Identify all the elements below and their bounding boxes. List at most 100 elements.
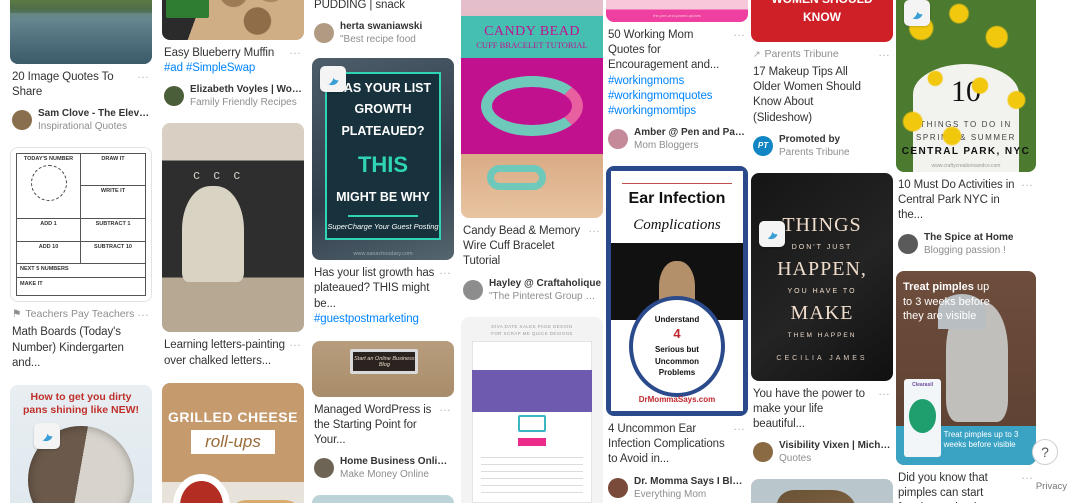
- pin-more-icon[interactable]: …: [1021, 176, 1034, 188]
- pin-source[interactable]: ⚑ Teachers Pay Teachers: [12, 308, 150, 320]
- pin-overlay-line1: How to get you dirty: [30, 390, 132, 403]
- pin-card[interactable]: How to get you dirty pans shining like N…: [10, 384, 152, 503]
- pin-card[interactable]: PUDDING | snack herta swaniawski "Best r…: [312, 0, 454, 46]
- pin-more-icon[interactable]: …: [289, 44, 302, 56]
- pin-card[interactable]: GRILLED CHEESE roll-ups: [162, 382, 304, 503]
- pin-image[interactable]: Start an Online Business Blog: [312, 340, 454, 397]
- cell-label: MAKE IT: [20, 281, 43, 288]
- overlay-line-5: MAKE: [790, 302, 854, 325]
- pin-card[interactable]: OBEY! the-pen-and-parent-quotes … 50 Wor…: [606, 0, 748, 152]
- avatar: [463, 279, 483, 300]
- pin-card[interactable]: DIVA DATE SALES PAGE DESIGN FOR SCRAP ME…: [461, 316, 603, 503]
- feed-column-7: 10 THINGS TO DO IN SPRING & SUMMER CENTR…: [896, 0, 1036, 503]
- pin-image[interactable]: CANDY BEAD CUFF BRACELET TUTORIAL: [461, 0, 603, 218]
- pin-card[interactable]: CANDY BEAD CUFF BRACELET TUTORIAL … Cand…: [461, 0, 603, 303]
- pin-card[interactable]: HAS YOUR LIST GROWTH PLATEAUED? THIS MIG…: [312, 58, 454, 327]
- pin-title[interactable]: Managed WordPress is the Starting Point …: [314, 403, 452, 449]
- pin-author[interactable]: The Spice at Home Blogging passion !: [898, 231, 1034, 257]
- pin-title[interactable]: PUDDING | snack: [314, 0, 452, 13]
- pin-card[interactable]: THINGS DON'T JUST HAPPEN, YOU HAVE TO MA…: [751, 172, 893, 466]
- save-badge[interactable]: [320, 66, 346, 93]
- pin-hashtags[interactable]: #guestpostmarketing: [314, 313, 419, 325]
- save-badge[interactable]: [759, 220, 785, 247]
- pin-title[interactable]: 17 Makeup Tips All Older Women Should Kn…: [753, 65, 891, 126]
- pin-author[interactable]: Home Business Online w/Bo... Make Money …: [314, 455, 452, 481]
- pin-more-icon[interactable]: …: [1021, 469, 1034, 481]
- author-board: Make Money Online: [340, 469, 429, 481]
- pin-title[interactable]: Math Boards (Today's Number) Kindergarte…: [12, 325, 150, 371]
- ad-privacy-link[interactable]: Privacy: [1032, 480, 1070, 493]
- pin-more-icon[interactable]: …: [733, 420, 746, 432]
- promoted-by[interactable]: PT Promoted by Parents Tribune: [753, 133, 891, 159]
- pin-image[interactable]: OBEY! the-pen-and-parent-quotes: [606, 0, 748, 22]
- pin-more-icon[interactable]: …: [137, 68, 150, 80]
- pin-meta: … ⚑ Teachers Pay Teachers Math Boards (T…: [10, 302, 152, 371]
- pin-image[interactable]: Moist & Delicious: [751, 479, 893, 503]
- pin-author[interactable]: Dr. Momma Says I Blogger D... Everything…: [608, 475, 746, 501]
- save-badge[interactable]: [904, 0, 930, 26]
- pin-hashtags[interactable]: #workingmoms #workingmomquotes #workingm…: [608, 75, 713, 117]
- pin-author[interactable]: Sam Clove - The Elevated Jo... Inspirati…: [12, 107, 150, 133]
- cell-label: WRITE IT: [100, 188, 126, 195]
- pin-title[interactable]: 50 Working Mom Quotes for Encouragement …: [608, 28, 746, 119]
- pin-card[interactable]: 10 THINGS TO DO IN SPRING & SUMMER CENTR…: [896, 0, 1036, 257]
- pin-image[interactable]: HAS YOUR LIST GROWTH PLATEAUED? THIS MIG…: [312, 58, 454, 261]
- pin-card[interactable]: Treat pimples up to 3 weeks before visib…: [896, 270, 1036, 503]
- lake-photo: [10, 0, 152, 64]
- pin-title[interactable]: You have the power to make your life bea…: [753, 387, 891, 433]
- pin-more-icon[interactable]: …: [733, 26, 746, 38]
- pin-card[interactable]: … 20 Image Quotes To Share Sam Clove - T…: [10, 0, 152, 133]
- pin-title[interactable]: 4 Uncommon Ear Infection Complications t…: [608, 422, 746, 468]
- strip-line-2: weeks before visible: [943, 440, 1016, 450]
- pin-more-icon[interactable]: …: [439, 401, 452, 413]
- pin-image[interactable]: Treat pimples up to 3 weeks before visib…: [896, 270, 1036, 465]
- pin-image[interactable]: TODAY'S NUMBER DRAW IT WRITE IT ADD 1 SU…: [10, 147, 152, 303]
- pin-image[interactable]: c c c: [162, 123, 304, 333]
- pin-meta: … Has your list growth has plateaued? TH…: [312, 260, 454, 327]
- pinterest-save-icon: [767, 231, 777, 240]
- pin-image[interactable]: [10, 0, 152, 64]
- pin-overlay-line2: pans shining like NEW!: [22, 403, 140, 416]
- pin-image[interactable]: [312, 495, 454, 503]
- save-badge[interactable]: [34, 422, 60, 449]
- pin-author[interactable]: Hayley @ Craftaholique "The Pinterest Gr…: [463, 277, 601, 303]
- pin-card[interactable]: Start an Online Business Blog … Managed …: [312, 340, 454, 482]
- pin-more-icon[interactable]: …: [137, 306, 150, 318]
- pin-image[interactable]: How to get you dirty pans shining like N…: [10, 384, 152, 503]
- pin-card[interactable]: c c c … Learning letters-painting over c…: [162, 123, 304, 368]
- pin-title[interactable]: Has your list growth has plateaued? THIS…: [314, 266, 452, 327]
- pin-author[interactable]: herta swaniawski "Best recipe food: [314, 20, 452, 46]
- pin-image[interactable]: Ear Infection Complications Understand 4…: [606, 166, 748, 417]
- pin-more-icon[interactable]: …: [439, 264, 452, 276]
- pin-more-icon[interactable]: …: [878, 385, 891, 397]
- pin-title[interactable]: 10 Must Do Activities in Central Park NY…: [898, 178, 1034, 224]
- ad-help-button[interactable]: ?: [1032, 439, 1058, 465]
- pin-image[interactable]: [162, 0, 304, 40]
- pin-image[interactable]: GRILLED CHEESE roll-ups: [162, 382, 304, 503]
- pin-card[interactable]: TODAY'S NUMBER DRAW IT WRITE IT ADD 1 SU…: [10, 147, 152, 371]
- pin-image[interactable]: THINGS DON'T JUST HAPPEN, YOU HAVE TO MA…: [751, 172, 893, 381]
- pin-image[interactable]: ALL OLDER WOMEN SHOULD KNOW: [751, 0, 893, 42]
- pin-title[interactable]: 20 Image Quotes To Share: [12, 70, 150, 100]
- pin-author[interactable]: Visibility Vixen | Michelle Le... Quotes: [753, 439, 891, 465]
- pin-card[interactable]: [312, 495, 454, 503]
- pin-hashtags[interactable]: #ad #SimpleSwap: [164, 62, 255, 74]
- pin-card[interactable]: ALL OLDER WOMEN SHOULD KNOW … ↗ Parents …: [751, 0, 893, 159]
- overlay-head-2: FOR SCRAP ME QUICK DESIGNS: [491, 330, 573, 336]
- pin-title[interactable]: Learning letters-painting over chalked l…: [164, 338, 302, 368]
- pin-title[interactable]: Did you know that pimples can start form…: [898, 471, 1034, 503]
- pin-author[interactable]: Amber @ Pen and Parent | M... Mom Blogge…: [608, 126, 746, 152]
- promoted-source[interactable]: ↗ Parents Tribune: [753, 48, 891, 60]
- pin-card[interactable]: … Easy Blueberry Muffin #ad #SimpleSwap …: [162, 0, 304, 109]
- pin-title[interactable]: Candy Bead & Memory Wire Cuff Bracelet T…: [463, 224, 601, 270]
- pin-author[interactable]: Elizabeth Voyles | Worth Wri... Family F…: [164, 83, 302, 109]
- pin-more-icon[interactable]: …: [878, 46, 891, 58]
- pin-more-icon[interactable]: …: [588, 222, 601, 234]
- pin-image[interactable]: DIVA DATE SALES PAGE DESIGN FOR SCRAP ME…: [461, 316, 603, 503]
- pin-card[interactable]: Ear Infection Complications Understand 4…: [606, 166, 748, 501]
- pin-meta: PUDDING | snack herta swaniawski "Best r…: [312, 0, 454, 46]
- pin-image[interactable]: 10 THINGS TO DO IN SPRING & SUMMER CENTR…: [896, 0, 1036, 172]
- pin-more-icon[interactable]: …: [289, 336, 302, 348]
- pin-card[interactable]: Moist & Delicious: [751, 479, 893, 503]
- pin-title[interactable]: Easy Blueberry Muffin #ad #SimpleSwap: [164, 46, 302, 76]
